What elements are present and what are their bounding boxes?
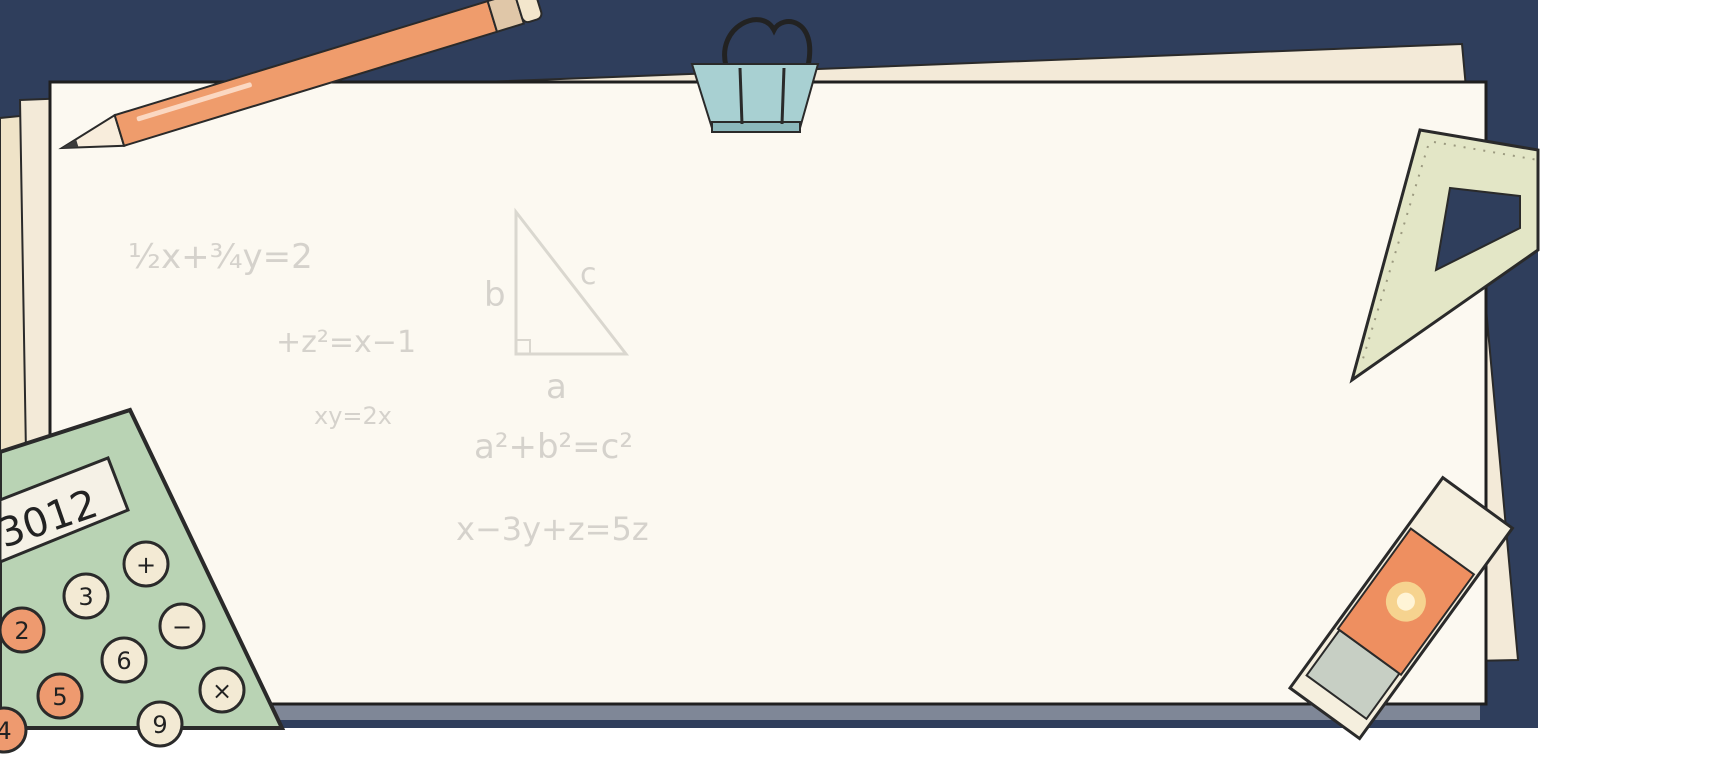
calculator-key: 5	[36, 672, 84, 720]
calculator-key-label: ×	[212, 677, 232, 705]
calculator-key-label: +	[136, 551, 156, 579]
sketch-triangle-a: a	[546, 367, 567, 407]
calculator-key-label: 9	[152, 711, 167, 739]
calculator-key: ×	[198, 666, 246, 714]
main-paper	[48, 80, 1488, 706]
sketch-equation-4: a²+b²=c²	[474, 427, 633, 467]
calculator-key: 3	[62, 572, 110, 620]
sketch-triangle-c: c	[580, 257, 597, 292]
sketch-equation-1: ½x+¾y=2	[128, 237, 313, 277]
calculator-key: −	[158, 602, 206, 650]
sketch-equation-3: xy=2x	[314, 402, 392, 430]
calculator-key: 9	[136, 700, 184, 748]
calculator-key: 2	[0, 606, 46, 654]
calculator-key: +	[122, 540, 170, 588]
calculator-key-label: 6	[116, 647, 131, 675]
sketch-equation-2: +z²=x−1	[276, 325, 416, 360]
sketch-triangle-b: b	[484, 275, 506, 315]
calculator-key-label: 5	[52, 683, 67, 711]
calculator-key: 6	[100, 636, 148, 684]
calculator-key-label: 4	[0, 717, 12, 745]
stationery-background: ½x+¾y=2 +z²=x−1 xy=2x b c a a²+b²=c² x−3…	[0, 0, 1540, 754]
calculator-key-label: −	[172, 613, 192, 641]
sketch-equation-5: x−3y+z=5z	[456, 510, 649, 548]
calculator-key-label: 3	[78, 583, 93, 611]
calculator-key-label: 2	[14, 617, 29, 645]
